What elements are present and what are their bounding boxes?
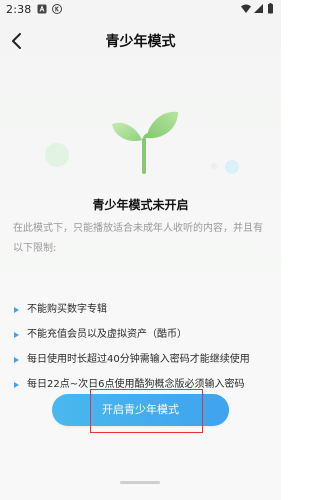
page-title: 青少年模式 <box>105 34 176 50</box>
k-app-icon <box>52 4 62 14</box>
decor-dot-blue <box>225 160 239 174</box>
battery-icon <box>268 3 273 14</box>
a-app-icon <box>37 4 47 14</box>
restriction-text: 每日使用时长超过40分钟需输入密码才能继续使用 <box>27 354 250 365</box>
decor-dot-green <box>45 143 69 167</box>
restriction-text: 不能购买数字专辑 <box>27 304 107 315</box>
restriction-text: 不能充值会员以及虚拟资产（酷币） <box>27 329 187 340</box>
list-item: 不能充值会员以及虚拟资产（酷币） <box>13 328 275 353</box>
bullet-icon <box>14 382 19 388</box>
list-item: 不能购买数字专辑 <box>13 303 275 328</box>
cellular-signal-icon <box>254 4 263 13</box>
teen-mode-page: 2:38 青少年模式 青少年模式未开启 在此模式下，只能播放适合未成年人收听的内… <box>0 0 281 500</box>
wifi-icon <box>241 4 251 13</box>
sprout-icon <box>112 111 178 174</box>
status-time: 2:38 <box>6 3 32 16</box>
header: 青少年模式 <box>0 20 281 64</box>
decor-dot-small <box>211 163 217 169</box>
status-right-icons <box>240 3 276 15</box>
status-bar: 2:38 <box>0 0 281 20</box>
bullet-icon <box>14 357 19 363</box>
bullet-icon <box>14 332 19 338</box>
mode-status-title: 青少年模式未开启 <box>92 198 189 212</box>
list-item: 每日使用时长超过40分钟需输入密码才能继续使用 <box>13 353 275 378</box>
bullet-icon <box>14 307 19 313</box>
restriction-text: 每日22点~次日6点使用酷狗概念版必须输入密码 <box>27 379 245 390</box>
enable-teen-mode-button[interactable]: 开启青少年模式 <box>52 394 229 426</box>
mode-description: 在此模式下，只能播放适合未成年人收听的内容，并且有以下限制: <box>13 223 263 254</box>
restriction-list: 不能购买数字专辑 不能充值会员以及虚拟资产（酷币） 每日使用时长超过40分钟需输… <box>13 303 275 403</box>
gesture-nav-bar <box>120 481 160 484</box>
